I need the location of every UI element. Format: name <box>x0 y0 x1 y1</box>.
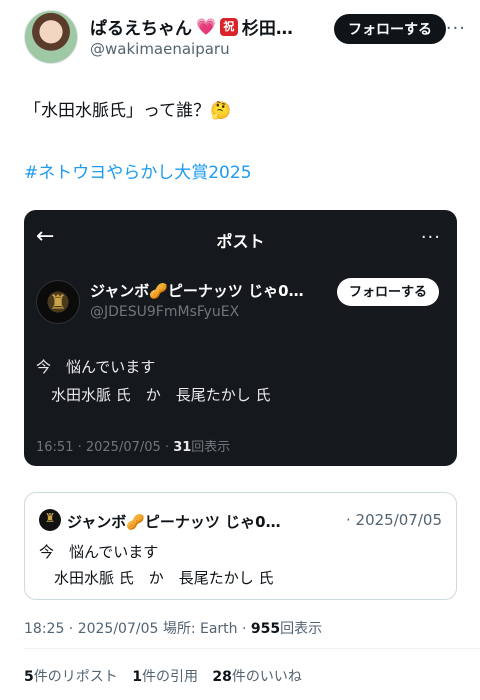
more-options-icon: ··· <box>420 227 441 248</box>
embedded-views-label: 回表示 <box>191 440 231 455</box>
reposts-count: 5 <box>24 669 34 685</box>
post-meta: 18:25 · 2025/07/05 場所: Earth · 955回表示 <box>24 618 322 638</box>
author-name-row[interactable]: ぱるえちゃん 💗 祝 杉田… <box>90 14 293 39</box>
author-name-suffix[interactable]: 杉田… <box>242 14 293 39</box>
celebrate-icon: 祝 <box>219 17 238 36</box>
post-views-label: 回表示 <box>280 621 323 637</box>
likes-label: 件のいいね <box>231 669 302 685</box>
tweet-text: 「水田水脈氏」って誰？🤔 <box>24 101 232 121</box>
embedded-meta: 16:51 · 2025/07/05 · 31回表示 <box>36 436 230 455</box>
quoted-post[interactable]: ジャンボ🥜ピーナッツ じゃ0… · 2025/07/05 今 悩んでいます 水田… <box>24 492 457 600</box>
reposts-stat[interactable]: 5件のリポスト <box>24 669 118 685</box>
tweet-header: ぱるえちゃん 💗 祝 杉田… @wakimaenaiparu フォローする ··… <box>24 6 466 66</box>
quoted-date: · 2025/07/05 <box>346 511 442 529</box>
quotes-count: 1 <box>132 669 142 685</box>
likes-stat[interactable]: 28件のいいね <box>212 669 301 685</box>
hashtag-link[interactable]: #ネトウヨやらかし大賞2025 <box>24 158 252 183</box>
embedded-text-line2: 水田水脈 氏 か 長尾たかし 氏 <box>36 386 271 404</box>
embedded-author-name: ジャンボ🥜ピーナッツ じゃ0… <box>90 282 304 300</box>
quotes-label: 件の引用 <box>141 669 198 685</box>
divider <box>24 648 480 649</box>
embedded-author-avatar <box>36 280 80 324</box>
embedded-screenshot[interactable]: ← ポスト ··· ジャンボ🥜ピーナッツ じゃ0… @JDESU9FmMsFyu… <box>24 210 457 466</box>
heart-icon: 💗 <box>196 17 216 36</box>
post-time[interactable]: 18:25 · 2025/07/05 場所: Earth · <box>24 621 251 637</box>
quoted-text-line2: 水田水脈 氏 か 長尾たかし 氏 <box>39 569 274 587</box>
embedded-views-count: 31 <box>173 440 192 455</box>
author-display-name[interactable]: ぱるえちゃん <box>90 14 192 39</box>
embedded-time: 16:51 · 2025/07/05 · <box>36 440 174 455</box>
quoted-text-line1: 今 悩んでいます <box>39 543 159 561</box>
engagement-stats: 5件のリポスト 1件の引用 28件のいいね <box>24 666 302 686</box>
embedded-follow-button: フォローする <box>336 278 439 306</box>
embedded-author-handle: @JDESU9FmMsFyuEX <box>90 304 240 320</box>
embedded-page-title: ポスト <box>216 232 265 251</box>
author-handle[interactable]: @wakimaenaiparu <box>90 40 230 58</box>
more-options-icon[interactable]: ··· <box>446 18 466 39</box>
follow-button[interactable]: フォローする <box>334 14 446 44</box>
reposts-label: 件のリポスト <box>33 669 118 685</box>
author-avatar[interactable] <box>24 10 78 64</box>
post-views-count: 955 <box>250 621 281 637</box>
likes-count: 28 <box>212 669 232 685</box>
embedded-text-line1: 今 悩んでいます <box>36 358 156 376</box>
quoted-author-avatar <box>39 509 61 531</box>
quoted-author-name: ジャンボ🥜ピーナッツ じゃ0… <box>67 513 281 531</box>
quotes-stat[interactable]: 1件の引用 <box>132 669 198 685</box>
